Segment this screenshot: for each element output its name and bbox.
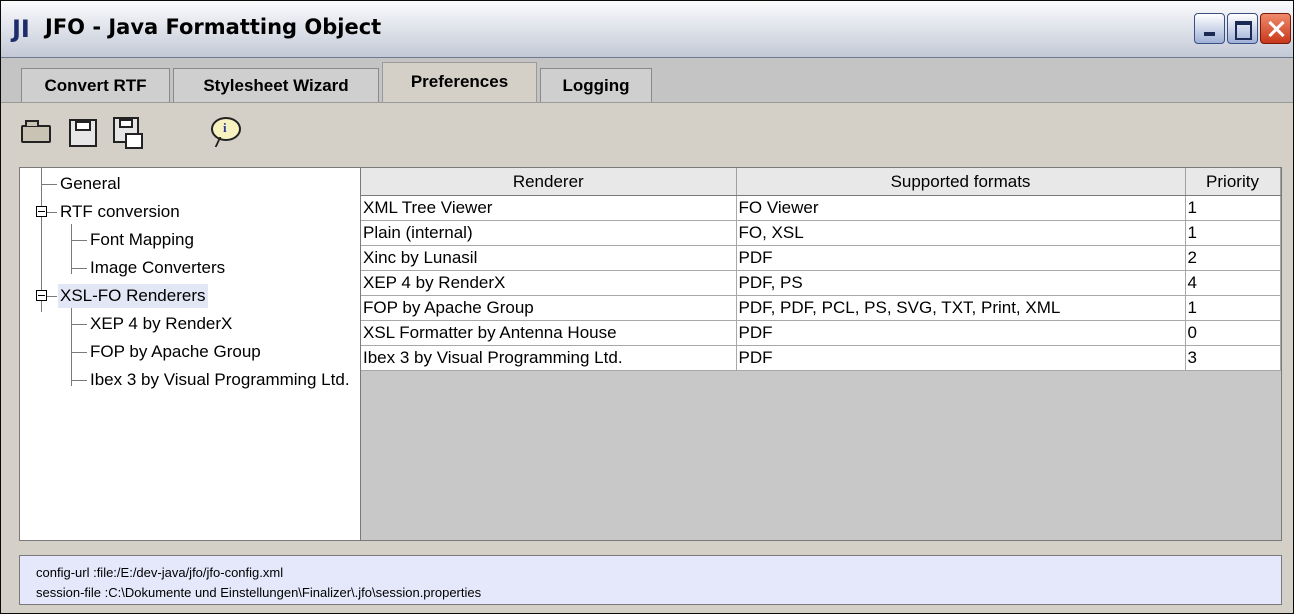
renderer-table-panel: Renderer Supported formats Priority XML …: [361, 167, 1282, 541]
tree-item-ibex[interactable]: Ibex 3 by Visual Programming Ltd.: [90, 368, 350, 392]
close-button[interactable]: [1260, 13, 1291, 44]
table-row[interactable]: FOP by Apache Group PDF, PDF, PCL, PS, S…: [361, 295, 1281, 321]
cell-renderer[interactable]: Plain (internal): [361, 220, 737, 246]
tree-item-xsl-fo-renderers[interactable]: XSL-FO Renderers: [58, 284, 208, 308]
status-config-url: config-url :file:/E:/dev-java/jfo/jfo-co…: [36, 565, 284, 580]
cell-formats[interactable]: PDF, PDF, PCL, PS, SVG, TXT, Print, XML: [736, 295, 1186, 321]
table-row[interactable]: XSL Formatter by Antenna House PDF 0: [361, 320, 1281, 346]
status-session-file: session-file :C:\Dokumente und Einstellu…: [36, 585, 482, 600]
cell-renderer[interactable]: XEP 4 by RenderX: [361, 270, 737, 296]
title-bar[interactable]: JI JFO - Java Formatting Object: [1, 1, 1293, 58]
table-row[interactable]: Plain (internal) FO, XSL 1: [361, 220, 1281, 246]
save-button[interactable]: [65, 115, 101, 151]
tab-stylesheet-wizard[interactable]: Stylesheet Wizard: [173, 68, 379, 102]
collapse-xsl-fo-renderers-icon[interactable]: [36, 290, 47, 301]
cell-renderer[interactable]: XML Tree Viewer: [361, 195, 737, 221]
cell-formats[interactable]: PDF: [736, 320, 1186, 346]
status-bar: config-url :file:/E:/dev-java/jfo/jfo-co…: [19, 555, 1282, 605]
tab-strip: Convert RTF Stylesheet Wizard Preference…: [1, 58, 1293, 103]
table-row[interactable]: Ibex 3 by Visual Programming Ltd. PDF 3: [361, 345, 1281, 371]
tree-item-rtf-conversion[interactable]: RTF conversion: [60, 200, 180, 224]
minimize-button[interactable]: [1194, 13, 1225, 44]
cell-priority[interactable]: 3: [1185, 345, 1281, 371]
cell-formats[interactable]: PDF, PS: [736, 270, 1186, 296]
table-header-row: Renderer Supported formats Priority: [361, 168, 1281, 196]
tab-logging[interactable]: Logging: [540, 68, 652, 102]
cell-priority[interactable]: 1: [1185, 195, 1281, 221]
cell-formats[interactable]: FO Viewer: [736, 195, 1186, 221]
cell-formats[interactable]: PDF: [736, 345, 1186, 371]
collapse-rtf-conversion-icon[interactable]: [36, 206, 47, 217]
save-as-button[interactable]: [109, 115, 145, 151]
tree-item-image-converters[interactable]: Image Converters: [90, 256, 225, 280]
settings-tree[interactable]: General RTF conversion Font Mapping Imag…: [19, 167, 361, 541]
maximize-button[interactable]: [1227, 13, 1258, 44]
cell-priority[interactable]: 1: [1185, 295, 1281, 321]
tree-item-fop[interactable]: FOP by Apache Group: [90, 340, 261, 364]
cell-priority[interactable]: 1: [1185, 220, 1281, 246]
about-button[interactable]: i: [209, 115, 245, 151]
toolbar: i: [1, 103, 1293, 163]
column-header-supported-formats[interactable]: Supported formats: [736, 168, 1186, 196]
cell-formats[interactable]: PDF: [736, 245, 1186, 271]
tree-item-xep[interactable]: XEP 4 by RenderX: [90, 312, 232, 336]
column-header-priority[interactable]: Priority: [1185, 168, 1281, 196]
table-row[interactable]: XEP 4 by RenderX PDF, PS 4: [361, 270, 1281, 296]
cell-priority[interactable]: 2: [1185, 245, 1281, 271]
cell-renderer[interactable]: XSL Formatter by Antenna House: [361, 320, 737, 346]
cell-priority[interactable]: 0: [1185, 320, 1281, 346]
app-window: JI JFO - Java Formatting Object Convert …: [0, 0, 1294, 614]
cell-renderer[interactable]: FOP by Apache Group: [361, 295, 737, 321]
cell-renderer[interactable]: Xinc by Lunasil: [361, 245, 737, 271]
window-title: JFO - Java Formatting Object: [45, 15, 382, 39]
tree-item-font-mapping[interactable]: Font Mapping: [90, 228, 194, 252]
renderer-table[interactable]: Renderer Supported formats Priority XML …: [361, 168, 1281, 371]
tree-item-general[interactable]: General: [60, 172, 120, 196]
open-button[interactable]: [19, 115, 55, 151]
table-row[interactable]: Xinc by Lunasil PDF 2: [361, 245, 1281, 271]
tab-preferences[interactable]: Preferences: [382, 62, 537, 103]
cell-formats[interactable]: FO, XSL: [736, 220, 1186, 246]
cell-priority[interactable]: 4: [1185, 270, 1281, 296]
column-header-renderer[interactable]: Renderer: [361, 168, 737, 196]
tab-convert-rtf[interactable]: Convert RTF: [21, 68, 170, 102]
table-row[interactable]: XML Tree Viewer FO Viewer 1: [361, 195, 1281, 221]
cell-renderer[interactable]: Ibex 3 by Visual Programming Ltd.: [361, 345, 737, 371]
app-icon: JI: [12, 15, 30, 43]
